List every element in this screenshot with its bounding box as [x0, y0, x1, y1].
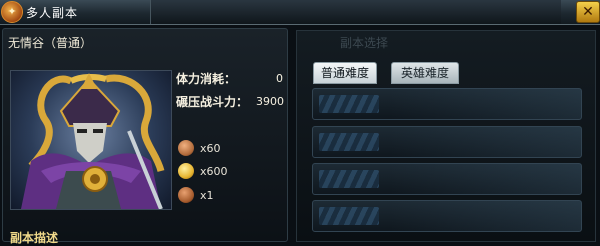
title-bar-strip [150, 0, 561, 24]
dungeon-slot-2[interactable] [312, 126, 582, 158]
crush-power-label: 碾压战斗力： [176, 95, 249, 109]
slot-glow [391, 164, 581, 194]
slot-stripe [319, 170, 379, 188]
slot-glow [391, 127, 581, 157]
reward-qty-1: x60 [200, 142, 221, 155]
dungeon-slot-4[interactable] [312, 200, 582, 232]
slot-stripe [319, 207, 379, 225]
title-bar: ✦ 多人副本 ✕ [0, 0, 600, 25]
stamina-cost-label: 体力消耗： [176, 72, 237, 86]
gold-coin-icon[interactable] [178, 163, 194, 179]
bag-icon[interactable] [178, 187, 194, 203]
boss-portrait [10, 70, 172, 210]
panel-watermark: 副本选择 [340, 36, 389, 50]
dungeon-description-title: 副本描述 [10, 231, 59, 245]
dungeon-name: 无情谷（普通） [8, 36, 93, 50]
reward-qty-3: x1 [200, 189, 214, 202]
stamina-cost-value: 0 [276, 72, 283, 85]
dungeon-slot-1[interactable] [312, 88, 582, 120]
pouch-icon[interactable] [178, 140, 194, 156]
slot-glow [391, 89, 581, 119]
boss-portrait-art [21, 73, 165, 209]
slot-stripe [319, 133, 379, 151]
tab-heroic-difficulty[interactable]: 英雄难度 [391, 62, 459, 84]
slot-stripe [319, 95, 379, 113]
window-title: 多人副本 [26, 6, 79, 20]
close-button[interactable]: ✕ [576, 1, 600, 23]
crush-power-value: 3900 [256, 95, 284, 108]
game-logo-icon: ✦ [1, 1, 23, 23]
slot-glow [391, 201, 581, 231]
reward-qty-2: x600 [200, 165, 228, 178]
dungeon-slot-3[interactable] [312, 163, 582, 195]
tab-normal-difficulty[interactable]: 普通难度 [313, 62, 377, 84]
